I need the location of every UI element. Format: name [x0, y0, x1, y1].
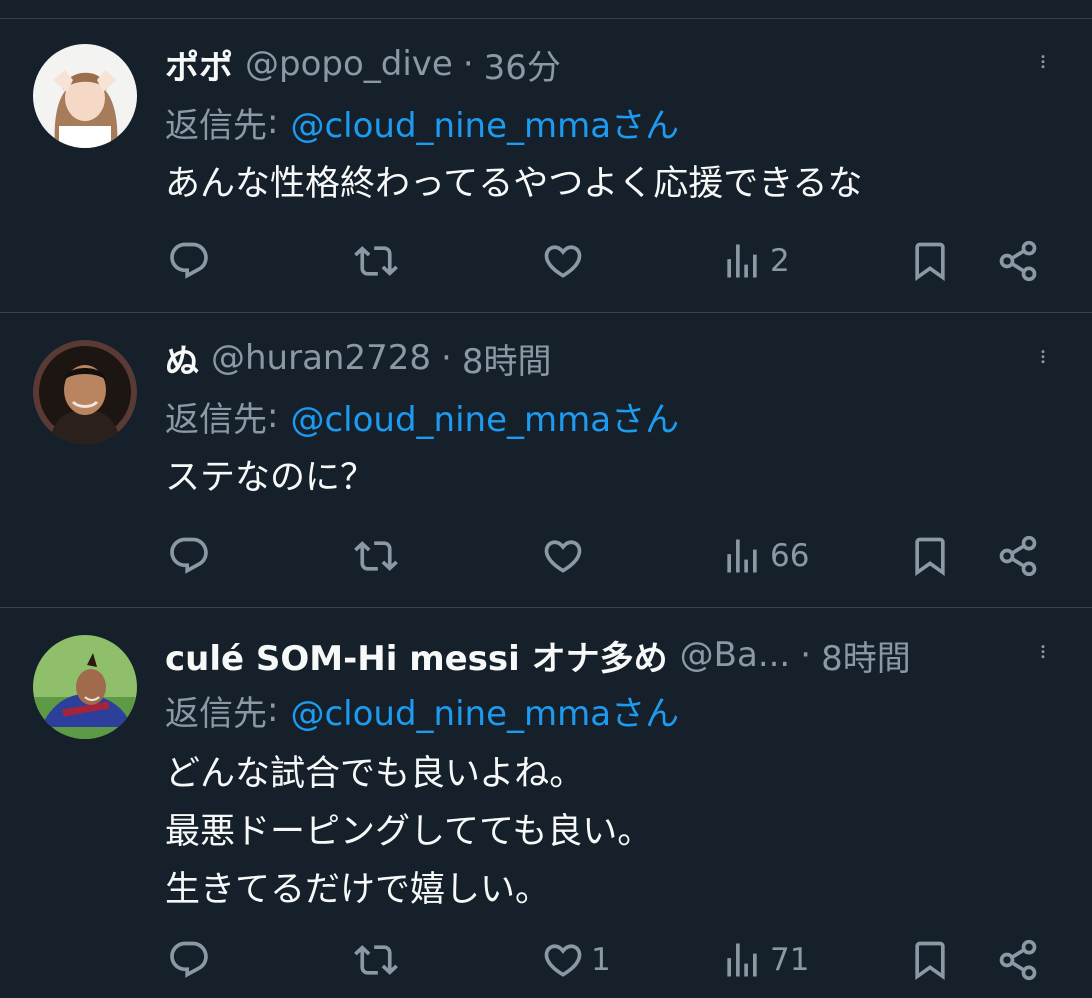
bookmark-icon: [908, 938, 952, 982]
like-count: 1: [591, 942, 611, 978]
vertical-dots-icon: [1030, 634, 1056, 678]
reply-button[interactable]: [167, 239, 211, 283]
tweet-3[interactable]: culé SOM-Hi messi オナ多め @Ba... · 8時間 返信先 …: [0, 608, 1092, 998]
views-button[interactable]: 66: [720, 534, 809, 578]
views-button[interactable]: 2: [720, 239, 790, 283]
reply-target-link[interactable]: @cloud_nine_mmaさん: [290, 392, 679, 441]
speech-bubble-icon: [167, 534, 211, 578]
user-handle[interactable]: @Ba...: [680, 635, 791, 675]
reply-colon: :: [267, 102, 279, 142]
share-button[interactable]: [996, 938, 1040, 982]
reply-colon: :: [267, 690, 279, 730]
retweet-arrows-icon: [354, 239, 398, 283]
bar-chart-icon: [720, 938, 764, 982]
avatar[interactable]: [33, 44, 137, 148]
reply-colon: :: [267, 396, 279, 436]
reply-button[interactable]: [167, 534, 211, 578]
bookmark-button[interactable]: [908, 239, 952, 283]
reply-prefix: 返信先: [165, 105, 267, 146]
user-handle[interactable]: @popo_dive: [245, 44, 453, 84]
tweet-text: あんな性格終わってるやつよく応援できるな: [165, 164, 863, 204]
bar-chart-icon: [720, 239, 764, 283]
view-count: 2: [770, 243, 790, 279]
tweet-header: ポポ @popo_dive · 36分: [165, 40, 561, 89]
bookmark-button[interactable]: [908, 938, 952, 982]
separator: ·: [462, 44, 474, 84]
user-handle[interactable]: @huran2728: [211, 338, 431, 378]
share-icon: [996, 534, 1040, 578]
more-options-button[interactable]: [1030, 634, 1056, 678]
share-button[interactable]: [996, 534, 1040, 578]
timestamp[interactable]: 8時間: [821, 631, 911, 680]
vertical-dots-icon: [1030, 44, 1056, 88]
display-name[interactable]: ぬ: [165, 334, 199, 383]
heart-icon: [541, 938, 585, 982]
display-name[interactable]: culé SOM-Hi messi オナ多め: [165, 631, 668, 680]
reply-context: 返信先 : @cloud_nine_mmaさん: [165, 686, 679, 734]
separator: ·: [800, 635, 812, 675]
heart-icon: [541, 534, 585, 578]
view-count: 66: [770, 538, 810, 574]
timestamp[interactable]: 36分: [484, 40, 561, 89]
retweet-button[interactable]: [354, 239, 398, 283]
view-count: 71: [770, 942, 810, 978]
share-icon: [996, 938, 1040, 982]
reply-context: 返信先 : @cloud_nine_mmaさん: [165, 98, 679, 146]
share-icon: [996, 239, 1040, 283]
views-button[interactable]: 71: [720, 938, 809, 982]
tweet-header: ぬ @huran2728 · 8時間: [165, 334, 552, 383]
heart-icon: [541, 239, 585, 283]
separator: ·: [441, 338, 452, 378]
more-options-button[interactable]: [1030, 44, 1056, 88]
reply-button[interactable]: [167, 938, 211, 982]
avatar[interactable]: [33, 635, 137, 739]
reply-context: 返信先 : @cloud_nine_mmaさん: [165, 392, 679, 440]
bar-chart-icon: [720, 534, 764, 578]
tweet-header: culé SOM-Hi messi オナ多め @Ba... · 8時間: [165, 631, 911, 680]
speech-bubble-icon: [167, 938, 211, 982]
retweet-arrows-icon: [354, 938, 398, 982]
share-button[interactable]: [996, 239, 1040, 283]
tweet-2[interactable]: ぬ @huran2728 · 8時間 返信先 : @cloud_nine_mma…: [0, 313, 1092, 608]
tweet-text: ステなのに？: [165, 458, 376, 498]
like-button[interactable]: 1: [541, 938, 611, 982]
reply-target-link[interactable]: @cloud_nine_mmaさん: [290, 98, 679, 147]
bookmark-icon: [908, 239, 952, 283]
speech-bubble-icon: [167, 239, 211, 283]
bookmark-button[interactable]: [908, 534, 952, 578]
display-name[interactable]: ポポ: [165, 40, 233, 89]
timestamp[interactable]: 8時間: [462, 334, 552, 383]
vertical-dots-icon: [1030, 339, 1056, 383]
tweet-1[interactable]: ポポ @popo_dive · 36分 返信先 : @cloud_nine_mm…: [0, 0, 1092, 313]
retweet-button[interactable]: [354, 534, 398, 578]
avatar[interactable]: [33, 340, 137, 444]
tweet-text: どんな試合でも良いよね。 最悪ドーピングしてても良い。 生きてるだけで嬉しい。: [165, 754, 653, 910]
like-button[interactable]: [541, 239, 591, 283]
retweet-button[interactable]: [354, 938, 398, 982]
bookmark-icon: [908, 534, 952, 578]
reply-target-link[interactable]: @cloud_nine_mmaさん: [290, 686, 679, 735]
like-button[interactable]: [541, 534, 591, 578]
reply-prefix: 返信先: [165, 399, 267, 440]
more-options-button[interactable]: [1030, 339, 1056, 383]
reply-prefix: 返信先: [165, 693, 267, 734]
retweet-arrows-icon: [354, 534, 398, 578]
